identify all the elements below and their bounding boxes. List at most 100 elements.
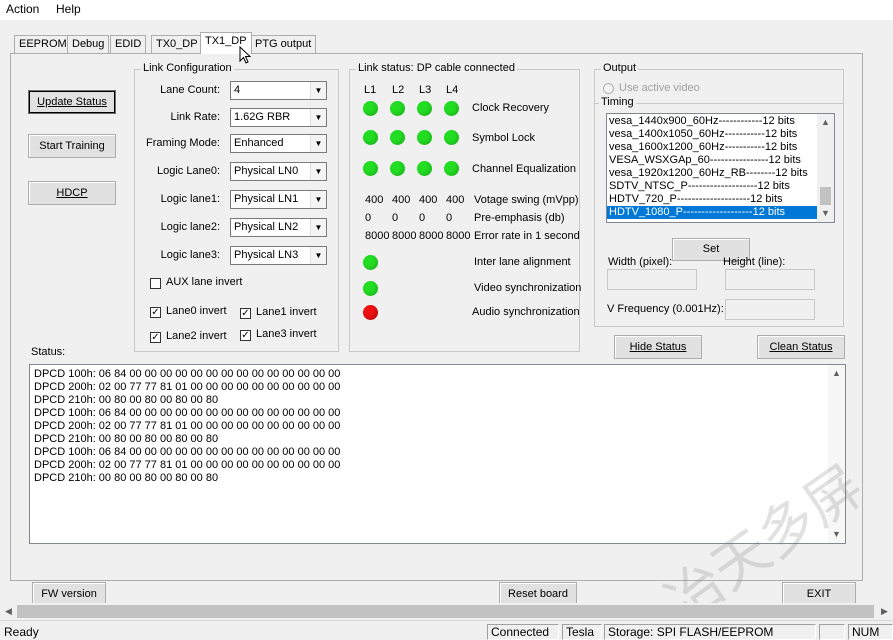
clock-recovery-l1-led <box>363 101 378 116</box>
menu-help[interactable]: Help <box>56 2 81 16</box>
scroll-left-icon[interactable]: ◀ <box>0 603 17 620</box>
pre-emphasis-label: Pre-emphasis (db) <box>474 212 565 224</box>
tab-tx0-dp[interactable]: TX0_DP <box>151 35 203 54</box>
symbol-lock-l4-led <box>444 130 459 145</box>
logic-lane3-value: Physical LN3 <box>234 249 299 261</box>
start-training-button[interactable]: Start Training <box>28 134 116 158</box>
use-active-video-label: Use active video <box>619 82 700 94</box>
timing-item-selected[interactable]: HDTV_1080_P-------------------12 bits <box>607 206 817 219</box>
pre-emphasis-l2: 0 <box>392 212 399 224</box>
logic-lane3-label: Logic lane3: <box>160 249 220 261</box>
link-configuration-title: Link Configuration <box>141 62 234 74</box>
lane3-invert-checkbox[interactable]: ✓ <box>240 330 251 341</box>
chevron-down-icon: ▼ <box>310 191 326 208</box>
timing-list: vesa_1440x900_60Hz------------12 bits ve… <box>607 115 817 219</box>
tab-eeprom[interactable]: EEPROM <box>14 35 72 54</box>
lane0-invert-checkbox[interactable]: ✓ <box>150 307 161 318</box>
use-active-video-radio[interactable] <box>603 83 614 94</box>
height-label: Height (line): <box>723 256 786 268</box>
output-title: Output <box>601 62 639 74</box>
vfrequency-input[interactable] <box>725 299 815 320</box>
audio-synchronization-label: Audio synchronization <box>472 306 580 318</box>
tab-debug[interactable]: Debug <box>67 35 110 54</box>
logic-lane0-label: Logic Lane0: <box>157 165 220 177</box>
channel-equalization-l4-led <box>444 161 459 176</box>
timing-item[interactable]: vesa_1600x1200_60Hz-----------12 bits <box>607 141 817 154</box>
logic-lane3-select[interactable]: Physical LN3 ▼ <box>230 246 327 265</box>
clock-recovery-l4-led <box>444 101 459 116</box>
lane1-invert-label: Lane1 invert <box>256 306 317 318</box>
menu-bar: Action Help <box>0 0 893 20</box>
status-scrollbar[interactable]: ▲ ▼ <box>828 365 845 543</box>
framing-mode-select[interactable]: Enhanced ▼ <box>230 134 327 153</box>
chevron-down-icon: ▼ <box>310 247 326 264</box>
voltage-swing-l3: 400 <box>419 194 438 206</box>
num-lock-indicator: NUM <box>848 624 893 640</box>
timing-item[interactable]: vesa_1400x1050_60Hz-----------12 bits <box>607 128 817 141</box>
link-status-group: Link status: DP cable connected L1 L2 L3… <box>349 62 581 352</box>
link-rate-select[interactable]: 1.62G RBR ▼ <box>230 108 327 127</box>
status-line: DPCD 100h: 06 84 00 00 00 00 00 00 00 00… <box>34 446 341 458</box>
logic-lane2-select[interactable]: Physical LN2 ▼ <box>230 218 327 237</box>
timing-title: Timing <box>599 96 636 108</box>
chevron-down-icon: ▼ <box>310 135 326 152</box>
scroll-down-icon[interactable]: ▼ <box>828 526 845 543</box>
chevron-down-icon: ▼ <box>310 109 326 126</box>
status-lines: DPCD 100h: 06 84 00 00 00 00 00 00 00 00… <box>34 368 340 485</box>
timing-listbox[interactable]: vesa_1440x900_60Hz------------12 bits ve… <box>606 113 835 223</box>
channel-equalization-l2-led <box>390 161 405 176</box>
height-input[interactable] <box>725 269 815 290</box>
hide-status-label: Hide Status <box>629 341 687 353</box>
scroll-up-icon[interactable]: ▲ <box>828 365 845 382</box>
symbol-lock-label: Symbol Lock <box>472 132 535 144</box>
scroll-up-icon[interactable]: ▲ <box>817 114 834 131</box>
voltage-swing-label: Votage swing (mVpp) <box>474 194 579 206</box>
timing-scrollbar[interactable]: ▲ ▼ <box>817 114 834 222</box>
pre-emphasis-l1: 0 <box>365 212 372 224</box>
scroll-thumb[interactable] <box>820 187 831 205</box>
lane-header-l3: L3 <box>419 84 432 96</box>
logic-lane0-select[interactable]: Physical LN0 ▼ <box>230 162 327 181</box>
tab-ptg-output[interactable]: PTG output <box>250 35 317 54</box>
hdcp-label: HDCP <box>56 187 88 199</box>
clock-recovery-l3-led <box>417 101 432 116</box>
lane2-invert-checkbox[interactable]: ✓ <box>150 332 161 343</box>
logic-lane1-select[interactable]: Physical LN1 ▼ <box>230 190 327 209</box>
hdcp-button[interactable]: HDCP <box>28 181 116 205</box>
timing-item[interactable]: SDTV_NTSC_P-------------------12 bits <box>607 180 817 193</box>
horizontal-scrollbar[interactable]: ◀ ▶ <box>0 603 893 620</box>
aux-lane-invert-checkbox[interactable] <box>150 278 161 289</box>
status-log[interactable]: DPCD 100h: 06 84 00 00 00 00 00 00 00 00… <box>29 364 846 544</box>
status-bar: Ready Connected Tesla Storage: SPI FLASH… <box>0 620 893 640</box>
voltage-swing-l2: 400 <box>392 194 411 206</box>
clean-status-label: Clean Status <box>769 341 833 353</box>
scroll-thumb[interactable] <box>17 605 874 618</box>
ready-text: Ready <box>4 625 39 639</box>
logic-lane2-label: Logic lane2: <box>160 221 220 233</box>
video-synchronization-led <box>363 281 378 296</box>
scroll-down-icon[interactable]: ▼ <box>817 205 834 222</box>
clean-status-button[interactable]: Clean Status <box>757 335 845 359</box>
fw-version-label: FW version <box>41 588 97 600</box>
voltage-swing-l1: 400 <box>365 194 384 206</box>
menu-action[interactable]: Action <box>6 2 39 16</box>
link-rate-value: 1.62G RBR <box>234 111 291 123</box>
lane-count-select[interactable]: 4 ▼ <box>230 81 327 100</box>
timing-item[interactable]: vesa_1920x1200_60Hz_RB--------12 bits <box>607 167 817 180</box>
timing-item[interactable]: VESA_WSXGAp_60----------------12 bits <box>607 154 817 167</box>
hide-status-button[interactable]: Hide Status <box>614 335 702 359</box>
update-status-button[interactable]: Update Status <box>28 90 116 114</box>
tab-edid[interactable]: EDID <box>110 35 147 54</box>
width-input[interactable] <box>607 269 697 290</box>
status-line: DPCD 200h: 02 00 77 77 81 01 00 00 00 00… <box>34 381 341 393</box>
lane3-invert-label: Lane3 invert <box>256 328 317 340</box>
tab-panel: Update Status Start Training HDCP Link C… <box>10 53 863 606</box>
framing-mode-label: Framing Mode: <box>146 137 220 149</box>
lane1-invert-checkbox[interactable]: ✓ <box>240 308 251 319</box>
timing-item[interactable]: HDTV_720_P--------------------12 bits <box>607 193 817 206</box>
update-status-label: Update Status <box>37 96 107 108</box>
start-training-label: Start Training <box>39 140 105 152</box>
timing-item[interactable]: vesa_1440x900_60Hz------------12 bits <box>607 115 817 128</box>
scroll-right-icon[interactable]: ▶ <box>876 603 893 620</box>
lane0-invert-label: Lane0 invert <box>166 305 227 317</box>
